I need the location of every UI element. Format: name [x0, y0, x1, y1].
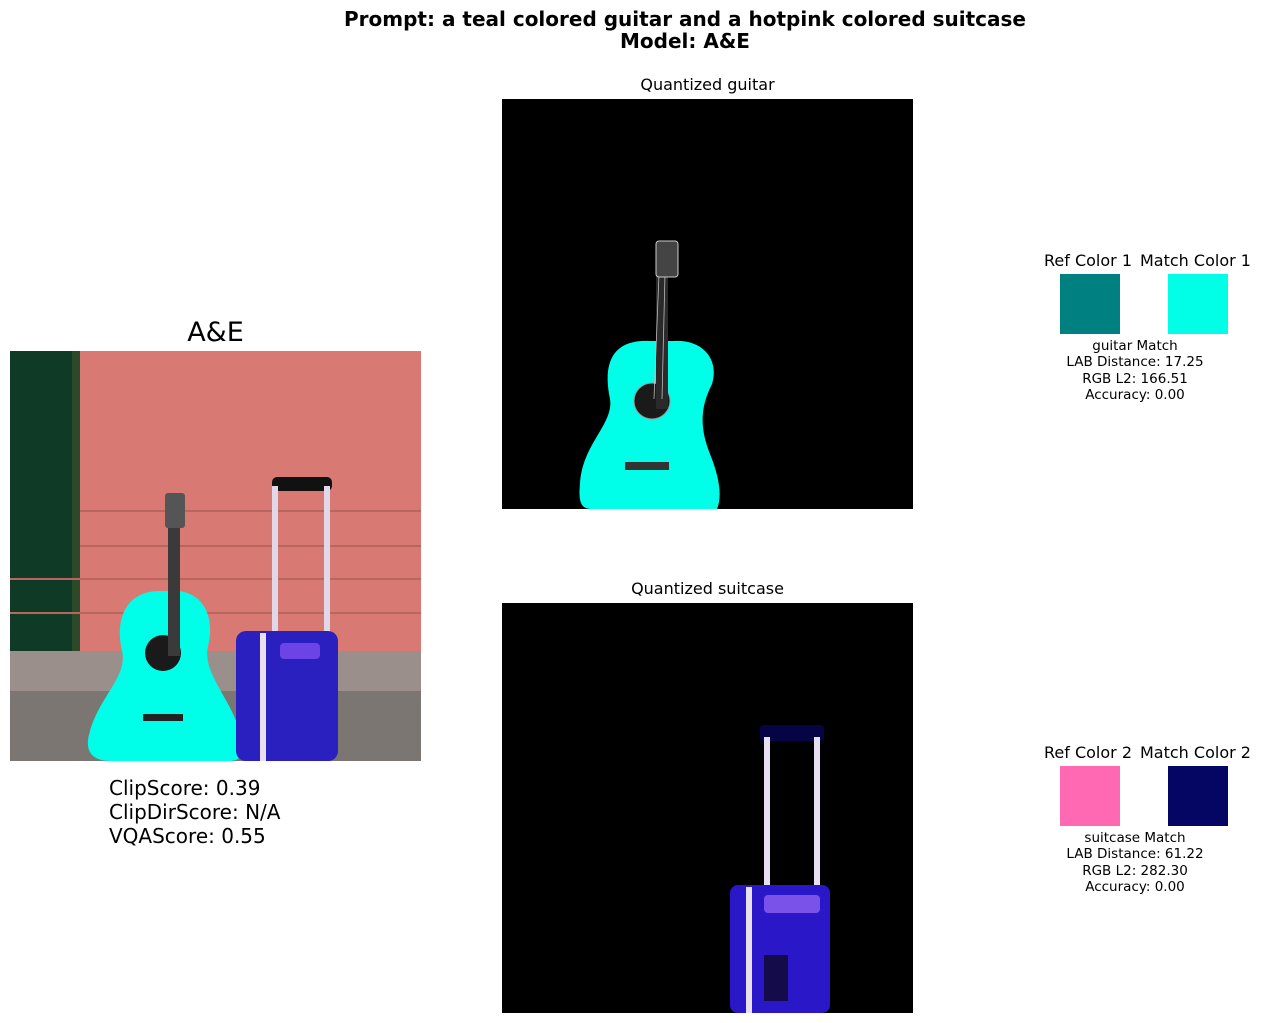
clip-score: ClipScore: 0.39 [109, 776, 261, 800]
metric-rgb-l2: RGB L2: 282.30 [1082, 862, 1188, 879]
suitcase-match-metrics: suitcase Match LAB Distance: 61.22 RGB L… [1005, 830, 1265, 896]
suptitle-model: Model: A&E [620, 29, 750, 53]
metric-lab-distance: LAB Distance: 61.22 [1066, 846, 1204, 863]
quantized-guitar-image [502, 99, 913, 509]
metric-title: guitar Match [1092, 338, 1178, 354]
clip-dir-score: ClipDirScore: N/A [109, 800, 281, 824]
metric-title: suitcase Match [1084, 830, 1186, 846]
metric-rgb-l2: RGB L2: 166.51 [1082, 370, 1188, 387]
ref-color-1-swatch [1060, 274, 1120, 334]
metric-accuracy: Accuracy: 0.00 [1085, 879, 1185, 896]
vqa-score: VQAScore: 0.55 [109, 824, 266, 848]
match-color-1-swatch [1168, 274, 1228, 334]
ref-color-1-label: Ref Color 1 [1044, 251, 1132, 270]
ref-color-2-swatch [1060, 766, 1120, 826]
ref-color-2-label: Ref Color 2 [1044, 743, 1132, 762]
metric-accuracy: Accuracy: 0.00 [1085, 387, 1185, 404]
quantized-suitcase-image [502, 603, 913, 1013]
quantized-suitcase-title: Quantized suitcase [631, 579, 784, 598]
suptitle-prompt: Prompt: a teal colored guitar and a hotp… [344, 7, 1026, 31]
generated-image-title: A&E [187, 317, 244, 348]
metric-lab-distance: LAB Distance: 17.25 [1066, 354, 1204, 371]
figure-suptitle: Prompt: a teal colored guitar and a hotp… [0, 8, 1265, 52]
quantized-guitar-title: Quantized guitar [640, 75, 775, 94]
match-color-2-swatch [1168, 766, 1228, 826]
generated-image [10, 351, 421, 761]
score-list: ClipScore: 0.39 ClipDirScore: N/A VQASco… [109, 776, 280, 848]
guitar-match-metrics: guitar Match LAB Distance: 17.25 RGB L2:… [1005, 338, 1265, 404]
match-color-2-label: Match Color 2 [1140, 743, 1251, 762]
match-color-1-label: Match Color 1 [1140, 251, 1251, 270]
